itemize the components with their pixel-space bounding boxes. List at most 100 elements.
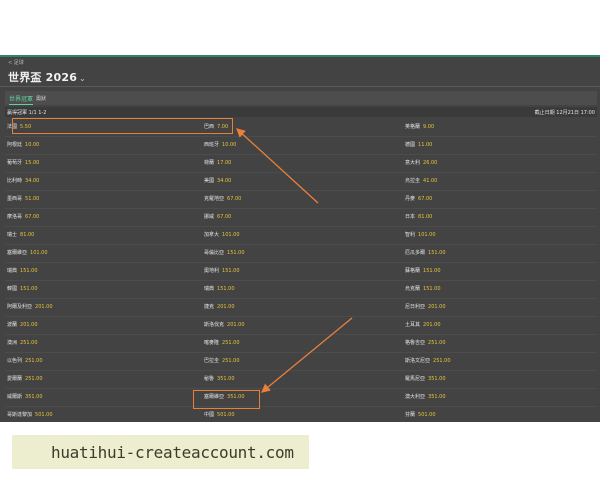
odds-value: 501.00 <box>217 412 235 418</box>
selection-button[interactable]: 美國 34.00 <box>204 176 231 186</box>
selections-grid: 法國 5.50 巴西 7.00 英格蘭 9.00 阿根廷 10.00 西班牙 10.00 德國 11.… <box>5 119 597 422</box>
odds-value: 201.00 <box>423 322 441 328</box>
team-name: 厄瓜多爾 <box>405 250 426 256</box>
odds-value: 351.00 <box>25 394 43 400</box>
highlight-box-favourites <box>12 118 233 134</box>
selection-button[interactable]: 波蘭 201.00 <box>7 320 38 330</box>
page-title[interactable]: 世界盃 2026 ⌄ <box>8 69 86 85</box>
selection-button[interactable]: 中國 501.00 <box>204 410 235 420</box>
page-title-text: 世界盃 2026 <box>8 71 78 84</box>
selection-button[interactable]: 格魯吉亞 251.00 <box>405 338 446 348</box>
breadcrumb[interactable]: < 足球 <box>8 59 24 66</box>
selection-button[interactable]: 捷克 201.00 <box>204 302 235 312</box>
team-name: 愛爾蘭 <box>7 376 23 382</box>
selection-button[interactable]: 丹麥 67.00 <box>405 194 432 204</box>
selection-button[interactable]: 挪威 67.00 <box>204 212 231 222</box>
odds-value: 151.00 <box>20 286 38 292</box>
selection-button[interactable]: 哥斯達黎加 501.00 <box>7 410 53 420</box>
odds-value: 101.00 <box>30 250 48 256</box>
selection-button[interactable]: 瑞典 151.00 <box>7 266 38 276</box>
team-name: 斯洛文尼亞 <box>405 358 431 364</box>
selection-button[interactable]: 蘇格蘭 151.00 <box>405 266 441 276</box>
selection-button[interactable]: 塞爾維亞 101.00 <box>7 248 48 258</box>
selection-button[interactable]: 烏克蘭 151.00 <box>405 284 441 294</box>
selection-button[interactable]: 斯洛文尼亞 251.00 <box>405 356 451 366</box>
selection-button[interactable]: 阿爾及利亞 201.00 <box>7 302 53 312</box>
highlight-box-china <box>193 390 260 409</box>
tab-bar: 世界冠軍 奧狀 <box>5 91 597 105</box>
selection-button[interactable]: 烏拉圭 41.00 <box>405 176 437 186</box>
odds-value: 101.00 <box>222 232 240 238</box>
selection-button[interactable]: 厄瓜多爾 151.00 <box>405 248 446 258</box>
tab-secondary[interactable]: 奧狀 <box>36 95 46 102</box>
selection-button[interactable]: 瑞典 151.00 <box>204 284 235 294</box>
selection-button[interactable]: 西班牙 10.00 <box>204 140 236 150</box>
selection-button[interactable]: 尼日利亞 201.00 <box>405 302 446 312</box>
team-name: 比利時 <box>7 178 23 184</box>
team-name: 土耳其 <box>405 322 421 328</box>
selection-button[interactable]: 摩洛哥 67.00 <box>7 212 39 222</box>
chevron-down-icon[interactable]: ⌄ <box>79 74 86 83</box>
selection-button[interactable]: 英格蘭 9.00 <box>405 122 434 132</box>
odds-value: 67.00 <box>227 196 242 202</box>
selection-button[interactable]: 土耳其 201.00 <box>405 320 441 330</box>
selection-button[interactable]: 比利時 34.00 <box>7 176 39 186</box>
team-name: 格魯吉亞 <box>405 340 426 346</box>
team-name: 以色列 <box>7 358 23 364</box>
odds-value: 15.00 <box>25 160 40 166</box>
odds-value: 34.00 <box>217 178 232 184</box>
selection-button[interactable]: 澳大利亞 351.00 <box>405 392 446 402</box>
header-divider <box>0 86 600 87</box>
odds-value: 10.00 <box>25 142 40 148</box>
odds-value: 151.00 <box>227 250 245 256</box>
odds-value: 351.00 <box>428 394 446 400</box>
selection-row: 瑞士 81.00 加拿大 101.00 智利 101.00 <box>5 227 597 245</box>
selection-button[interactable]: 威爾斯 351.00 <box>7 392 43 402</box>
selection-button[interactable]: 意大利 26.00 <box>405 158 437 168</box>
watermark-banner: huatihui-createaccount.com <box>12 435 309 469</box>
selection-button[interactable]: 加拿大 101.00 <box>204 230 240 240</box>
team-name: 瑞士 <box>7 232 18 238</box>
selection-button[interactable]: 葡萄牙 15.00 <box>7 158 39 168</box>
top-accent-line <box>0 55 600 57</box>
selection-button[interactable]: 澳洲 251.00 <box>7 338 38 348</box>
selection-button[interactable]: 喀麥隆 251.00 <box>204 338 240 348</box>
odds-value: 10.00 <box>222 142 237 148</box>
selection-button[interactable]: 以色列 251.00 <box>7 356 43 366</box>
selection-button[interactable]: 愛爾蘭 251.00 <box>7 374 43 384</box>
selection-button[interactable]: 克羅地亞 67.00 <box>204 194 241 204</box>
selection-button[interactable]: 巴拉圭 251.00 <box>204 356 240 366</box>
team-name: 葡萄牙 <box>7 160 23 166</box>
selection-button[interactable]: 日本 81.00 <box>405 212 432 222</box>
selection-button[interactable]: 荷蘭 17.00 <box>204 158 231 168</box>
odds-value: 151.00 <box>428 250 446 256</box>
selection-button[interactable]: 奧地利 151.00 <box>204 266 240 276</box>
selection-button[interactable]: 秘魯 351.00 <box>204 374 235 384</box>
selection-button[interactable]: 德國 11.00 <box>405 140 432 150</box>
selection-button[interactable]: 韓國 151.00 <box>7 284 38 294</box>
team-name: 加拿大 <box>204 232 220 238</box>
selection-button[interactable]: 哥倫比亞 151.00 <box>204 248 245 258</box>
team-name: 丹麥 <box>405 196 416 202</box>
team-name: 英格蘭 <box>405 124 421 130</box>
selection-row: 韓國 151.00 瑞典 151.00 烏克蘭 151.00 <box>5 281 597 299</box>
team-name: 哥斯達黎加 <box>7 412 33 418</box>
team-name: 哥倫比亞 <box>204 250 225 256</box>
tab-outright-winner[interactable]: 世界冠軍 <box>9 94 34 105</box>
odds-value: 67.00 <box>217 214 232 220</box>
odds-value: 251.00 <box>433 358 451 364</box>
selection-row: 瑞典 151.00 奧地利 151.00 蘇格蘭 151.00 <box>5 263 597 281</box>
selection-button[interactable]: 墨西哥 51.00 <box>7 194 39 204</box>
odds-value: 151.00 <box>20 268 38 274</box>
selection-button[interactable]: 羅馬尼亞 351.00 <box>405 374 446 384</box>
team-name: 阿根廷 <box>7 142 23 148</box>
selection-button[interactable]: 智利 101.00 <box>405 230 436 240</box>
odds-value: 201.00 <box>35 304 53 310</box>
selection-button[interactable]: 瑞士 81.00 <box>7 230 34 240</box>
selection-button[interactable]: 斯洛伐克 201.00 <box>204 320 245 330</box>
team-name: 喀麥隆 <box>204 340 220 346</box>
team-name: 意大利 <box>405 160 421 166</box>
selection-button[interactable]: 阿根廷 10.00 <box>7 140 39 150</box>
odds-value: 251.00 <box>222 358 240 364</box>
selection-button[interactable]: 芬蘭 501.00 <box>405 410 436 420</box>
